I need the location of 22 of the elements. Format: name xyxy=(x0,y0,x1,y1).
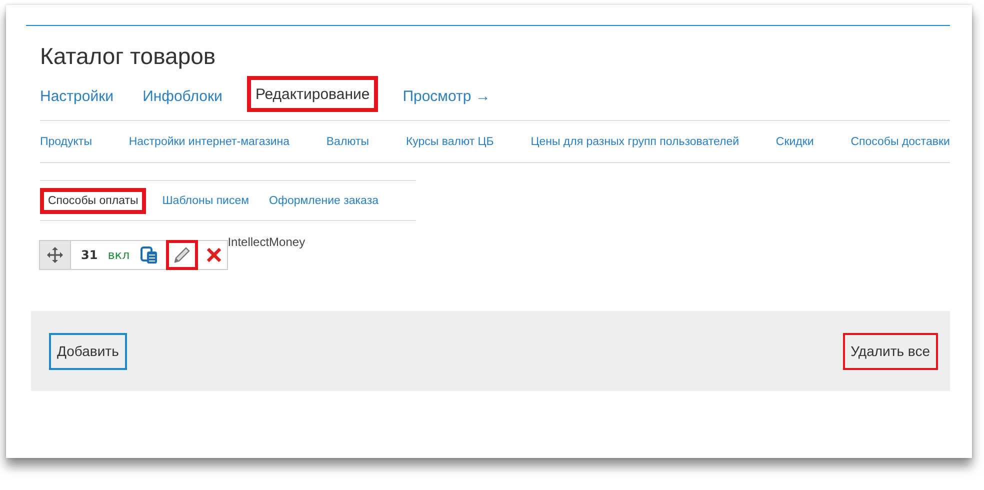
nav-link[interactable]: Валюты xyxy=(326,136,370,148)
add-button[interactable]: Добавить xyxy=(49,332,127,370)
page-title: Каталог товаров xyxy=(40,43,217,71)
tab[interactable]: Инфоблоки xyxy=(142,82,222,108)
nav-link[interactable]: Курсы валют ЦБ xyxy=(406,136,494,148)
nav-link[interactable]: Цены для разных групп пользователей xyxy=(530,136,740,148)
nav-link[interactable]: Скидки xyxy=(776,136,814,148)
item-name: IntellectMoney xyxy=(228,235,306,249)
nav-link[interactable]: Способы доставки xyxy=(850,136,950,148)
drag-handle[interactable] xyxy=(40,241,71,269)
delete-icon[interactable] xyxy=(204,246,223,264)
delete-all-button[interactable]: Удалить все xyxy=(842,332,938,370)
nav-link[interactable]: Продукты xyxy=(40,136,92,148)
tab[interactable]: Оформление заказа xyxy=(269,194,378,206)
tab[interactable]: Просмотр → xyxy=(402,82,490,108)
move-icon[interactable] xyxy=(46,246,64,264)
tab[interactable]: Шаблоны писем xyxy=(162,194,250,206)
copy-icon[interactable] xyxy=(140,246,159,264)
tab[interactable]: Настройки xyxy=(40,82,114,108)
nav-link[interactable]: Настройки интернет-магазина xyxy=(128,136,290,148)
sort-number: 31 xyxy=(81,248,98,262)
status-label: вкл xyxy=(108,248,130,262)
